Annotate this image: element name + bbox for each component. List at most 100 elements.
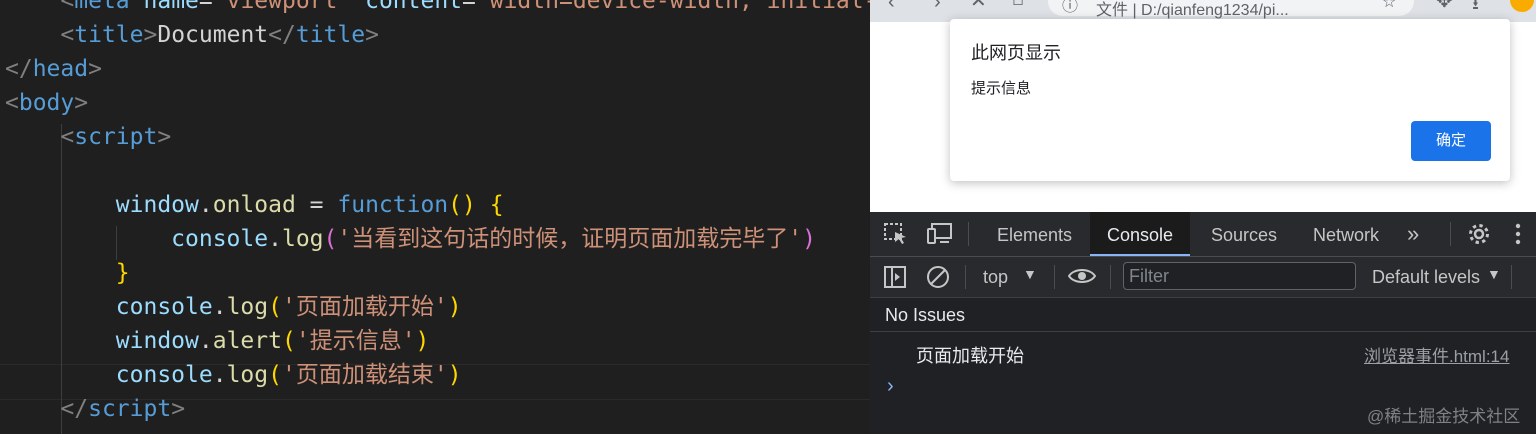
clear-console-icon[interactable]	[926, 265, 950, 289]
code-token: name	[143, 0, 199, 14]
code-token: (	[268, 294, 282, 320]
code-token: console	[115, 294, 213, 320]
code-line: }	[5, 256, 130, 290]
code-token: script	[74, 124, 158, 150]
close-icon[interactable]: ✕	[970, 0, 987, 13]
code-token: "width=device-width, initial-	[475, 0, 870, 14]
code-token: Document	[157, 22, 269, 48]
code-token: =	[462, 0, 476, 14]
live-expression-eye-icon[interactable]	[1068, 266, 1096, 286]
code-token: alert	[212, 328, 282, 354]
more-tabs-icon[interactable]: »	[1407, 212, 1419, 256]
more-options-icon[interactable]	[1515, 223, 1521, 245]
code-token: title	[74, 22, 144, 48]
tab-console[interactable]: Console	[1090, 212, 1191, 256]
code-token: =	[198, 0, 213, 14]
code-token: .	[198, 192, 213, 218]
browser-window: ‹ › ✕ ⌂ ⓘ 文件 | D:/qianfeng1234/pi... ☆ ✥…	[870, 0, 1536, 434]
filter-input[interactable]	[1124, 263, 1355, 289]
levels-dropdown-icon[interactable]: ▼	[1487, 266, 1501, 282]
issues-bar: No Issues	[870, 298, 1536, 332]
forward-icon[interactable]: ›	[934, 0, 941, 14]
code-token: </	[5, 56, 33, 82]
tab-network[interactable]: Network	[1313, 212, 1379, 256]
separator	[968, 222, 969, 246]
code-token: </	[60, 396, 89, 422]
code-token: function	[337, 192, 449, 218]
code-line: </script>	[5, 392, 185, 426]
code-token: <	[60, 124, 75, 150]
bookmark-star-icon[interactable]: ☆	[1382, 0, 1396, 12]
code-token: >	[74, 90, 89, 116]
code-editor[interactable]: <meta name="viewport" content="width=dev…	[0, 0, 870, 434]
code-token: console	[171, 226, 269, 252]
code-token: }	[115, 260, 130, 286]
code-token: '当看到这句话的时候，证明页面加载完毕了'	[337, 226, 803, 252]
code-token: .	[198, 328, 213, 354]
filter-box[interactable]	[1123, 262, 1356, 290]
separator	[1054, 265, 1055, 289]
code-token: window	[115, 192, 199, 218]
code-line: console.log('当看到这句话的时候，证明页面加载完毕了')	[5, 222, 816, 256]
code-token: '提示信息'	[295, 328, 416, 354]
code-token: (	[268, 362, 282, 388]
code-token: )	[447, 362, 462, 388]
context-dropdown-icon[interactable]: ▼	[1023, 266, 1037, 282]
profile-avatar[interactable]	[1510, 0, 1534, 12]
extensions-icon[interactable]: ✥	[1436, 0, 1453, 13]
tab-sources[interactable]: Sources	[1211, 212, 1277, 256]
settings-gear-icon[interactable]	[1467, 222, 1491, 246]
alert-dialog: 此网页显示 提示信息 确定	[950, 19, 1510, 181]
code-token: (	[281, 328, 296, 354]
code-token: head	[32, 56, 89, 82]
code-token: script	[88, 396, 172, 422]
devtools-tabbar: Elements Console Sources Network »	[870, 212, 1536, 257]
watermark: @稀土掘金技术社区	[1367, 407, 1521, 426]
code-token: content	[365, 0, 463, 14]
code-token: </	[268, 22, 296, 48]
code-token: window	[115, 328, 199, 354]
code-line: window.onload = function() {	[5, 188, 504, 222]
code-line: <body>	[5, 86, 88, 120]
code-token: meta	[74, 0, 130, 14]
page-viewport: 此网页显示 提示信息 确定	[870, 19, 1536, 212]
code-token: '页面加载结束'	[281, 362, 448, 388]
code-token: log	[226, 294, 269, 320]
code-token: )	[415, 328, 430, 354]
code-token: ()	[448, 192, 476, 218]
code-token: >	[365, 22, 379, 48]
code-line: console.log('页面加载开始')	[5, 290, 462, 324]
dialog-message: 提示信息	[971, 80, 1032, 97]
code-token: )	[802, 226, 816, 252]
site-info-icon[interactable]: ⓘ	[1062, 0, 1078, 16]
back-icon[interactable]: ‹	[888, 0, 895, 14]
log-levels-selector[interactable]: Default levels	[1372, 267, 1480, 288]
sidebar-toggle-icon[interactable]	[884, 266, 906, 288]
ok-button[interactable]: 确定	[1411, 121, 1491, 161]
separator	[965, 265, 966, 289]
device-toolbar-icon[interactable]	[927, 223, 953, 245]
log-source-link[interactable]: 浏览器事件.html:14	[1364, 342, 1509, 367]
address-bar[interactable]: ⓘ 文件 | D:/qianfeng1234/pi... ☆	[1048, 0, 1414, 19]
dialog-title: 此网页显示	[971, 43, 1061, 63]
tab-elements[interactable]: Elements	[997, 212, 1072, 256]
code-token: >	[143, 22, 158, 48]
code-token: title	[295, 22, 366, 48]
context-selector[interactable]: top	[983, 267, 1008, 288]
devtools-panel: Elements Console Sources Network » top ▼	[870, 212, 1536, 434]
console-prompt-icon[interactable]: ›	[887, 375, 894, 398]
inspect-element-icon[interactable]	[884, 223, 908, 245]
code-token: (	[323, 226, 338, 252]
code-token: =	[295, 192, 338, 218]
code-token: >	[88, 56, 102, 82]
code-token: >	[157, 124, 172, 150]
code-token: )	[447, 294, 462, 320]
home-icon[interactable]: ⌂	[1012, 0, 1024, 11]
code-token: body	[18, 90, 75, 116]
